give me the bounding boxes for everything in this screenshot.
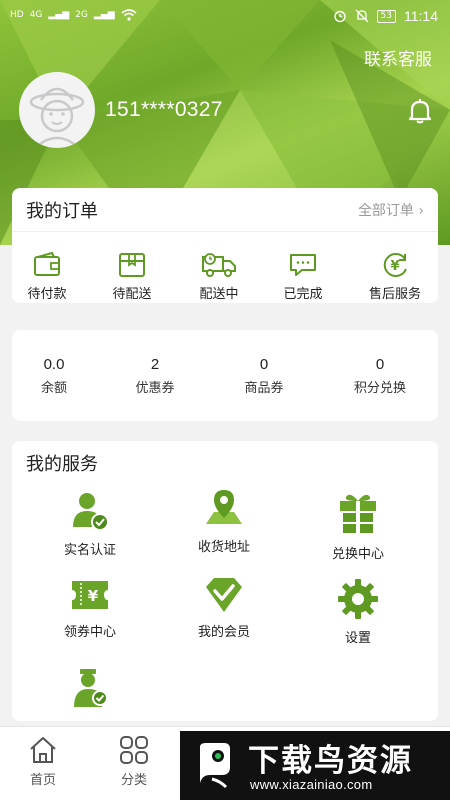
tab-category[interactable]: 分类 (99, 735, 169, 788)
tab-label: 首页 (29, 773, 56, 788)
status-indicators: HD 4G ▂▄▆ 2G ▂▄▆ (10, 9, 137, 21)
service-label: 设置 (344, 631, 371, 646)
balance-label: 余额 (40, 381, 67, 396)
all-orders-link[interactable]: 全部订单 › (358, 200, 424, 220)
status-right: 53 11:14 (333, 8, 438, 24)
bird-logo-icon (200, 743, 230, 789)
service-label: 兑换中心 (331, 547, 384, 562)
order-in-delivery[interactable]: 配送中 (179, 251, 259, 302)
map-pin-icon (206, 490, 242, 524)
truck-icon (202, 253, 236, 277)
battery-indicator: 53 (376, 9, 396, 23)
order-label: 已完成 (283, 287, 323, 302)
signal-2g-indicator: 2G (75, 10, 88, 20)
balances-card: 0.0 余额 2 优惠券 0 商品券 0 积分兑换 (12, 330, 438, 421)
coupon-value: 2 (150, 356, 160, 373)
svg-text:¥: ¥ (88, 587, 99, 605)
user-phone: 151****0327 (105, 98, 223, 121)
wallet-icon (34, 251, 60, 276)
watermark-banner: 下载鸟资源 www.xiazainiao.com (180, 731, 450, 800)
contact-service-link[interactable]: 联系客服 (364, 45, 432, 70)
service-label: 实名认证 (63, 543, 116, 558)
goods-voucher-value: 0 (259, 356, 269, 373)
status-time: 11:14 (404, 8, 438, 24)
orders-title: 我的订单 (26, 201, 98, 222)
service-real-name[interactable]: 实名认证 (30, 489, 150, 558)
service-settings[interactable]: 设置 (298, 577, 418, 646)
signal-bars-icon: ▂▄▆ (93, 10, 115, 20)
chat-icon (290, 254, 316, 276)
order-label: 售后服务 (368, 287, 421, 302)
service-address[interactable]: 收货地址 (164, 486, 284, 555)
alarm-icon (333, 10, 346, 23)
staff-icon (74, 669, 108, 707)
services-card: 我的服务 实名认证 收货地址 兑换中心 ¥ 领券中心 我的会员 设置 (12, 441, 438, 721)
points-label: 积分兑换 (353, 381, 406, 396)
service-membership[interactable]: 我的会员 (164, 575, 284, 640)
diamond-check-icon (206, 578, 242, 612)
home-icon (30, 737, 56, 763)
svg-text:¥: ¥ (390, 259, 399, 274)
status-bar: HD 4G ▂▄▆ 2G ▂▄▆ 53 11:14 (0, 0, 450, 34)
signal-4g-indicator: 4G (29, 10, 43, 20)
avatar[interactable] (19, 72, 95, 148)
watermark-url: www.xiazainiao.com (250, 777, 373, 792)
tab-label: 分类 (120, 773, 147, 788)
gear-icon (338, 579, 378, 619)
service-label: 收货地址 (197, 540, 250, 555)
points-item[interactable]: 0 积分兑换 (330, 356, 430, 396)
avatar-face-icon (29, 87, 85, 148)
divider (12, 231, 438, 232)
wifi-icon (121, 9, 137, 21)
order-pending-payment[interactable]: 待付款 (7, 251, 87, 302)
order-after-sales[interactable]: ¥ 售后服务 (355, 251, 435, 302)
hd-indicator: HD (10, 10, 24, 20)
points-value: 0 (375, 356, 385, 373)
yuan-refresh-icon: ¥ (383, 252, 407, 277)
watermark-title: 下载鸟资源 (248, 743, 413, 779)
grid-icon (120, 736, 148, 764)
tab-home[interactable]: 首页 (8, 735, 78, 788)
bell-icon[interactable] (408, 98, 432, 124)
goods-voucher-label: 商品券 (244, 381, 284, 396)
service-coupon-center[interactable]: ¥ 领券中心 (30, 575, 150, 640)
coupon-label: 优惠券 (135, 381, 175, 396)
orders-card: 我的订单 全部订单 › 待付款 待配送 配送中 已完成 ¥ 售后服务 (12, 188, 438, 303)
gift-icon (340, 494, 376, 533)
balance-value: 0.0 (43, 356, 65, 373)
order-label: 待付款 (27, 287, 67, 302)
mute-bell-icon (355, 9, 369, 23)
services-title: 我的服务 (26, 454, 98, 475)
order-label: 配送中 (199, 287, 239, 302)
service-exchange[interactable]: 兑换中心 (298, 491, 418, 562)
order-pending-delivery[interactable]: 待配送 (92, 251, 172, 302)
coupon-icon: ¥ (72, 581, 108, 609)
coupon-item[interactable]: 2 优惠券 (105, 356, 205, 396)
service-label: 我的会员 (197, 625, 250, 640)
order-completed[interactable]: 已完成 (263, 251, 343, 302)
service-staff[interactable] (30, 667, 150, 713)
service-label: 领券中心 (63, 625, 116, 640)
order-label: 待配送 (112, 287, 152, 302)
user-verified-icon (73, 493, 109, 531)
package-icon (119, 253, 145, 277)
balance-item[interactable]: 0.0 余额 (4, 356, 104, 396)
signal-bars-icon: ▂▄▆ (48, 10, 70, 20)
goods-voucher-item[interactable]: 0 商品券 (214, 356, 314, 396)
